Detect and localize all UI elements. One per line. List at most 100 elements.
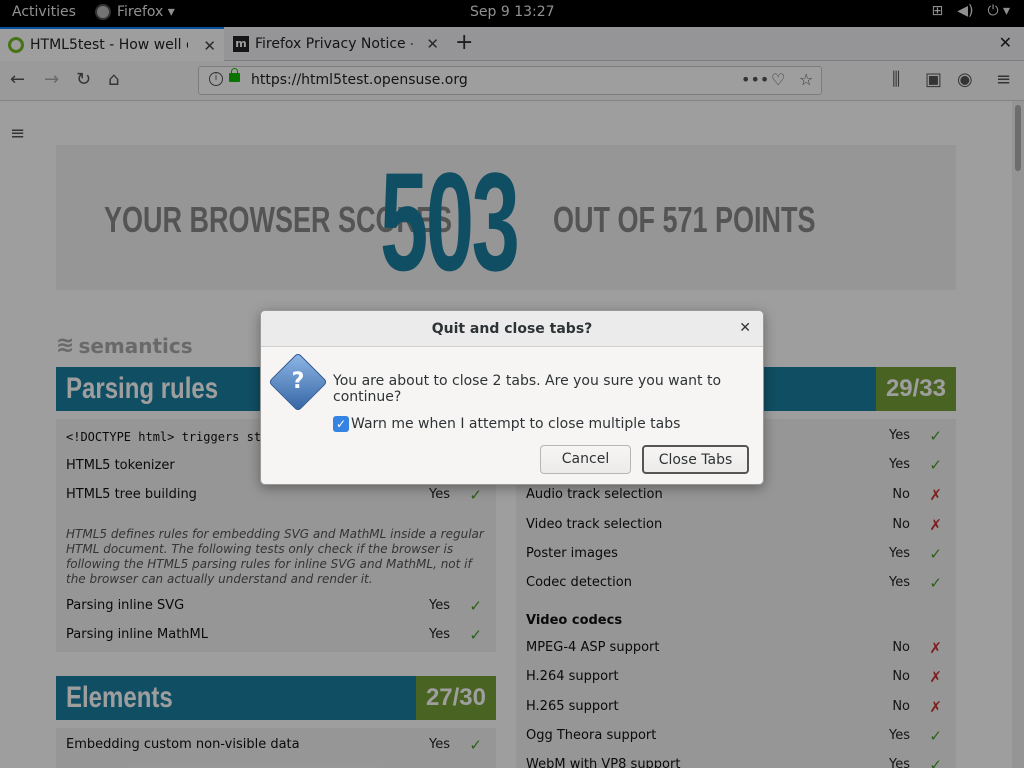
- row-value: No: [892, 487, 910, 502]
- check-icon: ✓: [929, 755, 942, 768]
- row-value: Yes: [889, 457, 910, 472]
- list-item: H.265 support No ✗: [526, 692, 946, 721]
- home-icon[interactable]: ⌂: [108, 69, 119, 90]
- row-label: HTML5 tokenizer: [66, 458, 175, 473]
- menu-icon[interactable]: ≡: [996, 69, 1011, 90]
- volume-icon: ◀): [957, 3, 974, 19]
- dialog-title: Quit and close tabs?: [261, 311, 763, 347]
- close-tab-icon[interactable]: ✕: [426, 35, 439, 53]
- parsing-rules-title: Parsing rules: [66, 372, 219, 405]
- url-text[interactable]: https://html5test.opensuse.org: [251, 72, 468, 88]
- activities-button[interactable]: Activities: [12, 4, 76, 20]
- row-label: H.265 support: [526, 699, 619, 714]
- sidebar-icon[interactable]: ▣: [925, 69, 942, 90]
- row-label: WebM with VP8 support: [526, 757, 681, 768]
- row-label: Video track selection: [526, 517, 663, 532]
- new-tab-icon[interactable]: +: [455, 30, 473, 55]
- row-label: Parsing inline SVG: [66, 598, 185, 613]
- elements-title: Elements: [66, 681, 173, 714]
- scrollbar-thumb[interactable]: [1015, 105, 1021, 171]
- page-actions-icon[interactable]: •••: [741, 70, 769, 89]
- tab-title: HTML5test - How well d: [30, 37, 188, 53]
- list-item: Ogg Theora support Yes ✓: [526, 721, 946, 750]
- list-item: H.264 support No ✗: [526, 662, 946, 691]
- cross-icon: ✗: [929, 697, 942, 716]
- row-value: Yes: [429, 487, 450, 502]
- row-value: No: [892, 669, 910, 684]
- video-codecs-heading: Video codecs: [526, 606, 946, 635]
- list-item: MPEG-4 ASP support No ✗: [526, 633, 946, 662]
- dialog-message: You are about to close 2 tabs. Are you s…: [333, 373, 722, 405]
- row-value: Yes: [429, 627, 450, 642]
- row-label: <!DOCTYPE html> triggers standa: [66, 429, 290, 444]
- gnome-top-bar: Activities Firefox ▾ Sep 9 13:27 ⊞ ◀) ⏻ …: [0, 0, 1024, 27]
- row-label: HTML5 tree building: [66, 487, 197, 502]
- power-icon: ⏻ ▾: [987, 3, 1010, 19]
- list-item: Poster images Yes ✓: [526, 539, 946, 568]
- check-icon: ✓: [929, 726, 942, 745]
- close-tabs-button[interactable]: Close Tabs: [642, 445, 749, 474]
- list-item: Parsing inline SVG Yes ✓: [66, 591, 486, 620]
- check-icon: ✓: [929, 544, 942, 563]
- score-suffix: OUT OF 571 POINTS: [553, 199, 816, 240]
- row-value: Yes: [889, 757, 910, 768]
- clock[interactable]: Sep 9 13:27: [470, 4, 555, 20]
- row-label: Poster images: [526, 546, 618, 561]
- cross-icon: ✗: [929, 485, 942, 504]
- list-item: Embedding custom non-visible data Yes ✓: [66, 730, 486, 759]
- firefox-icon: [95, 4, 111, 20]
- row-label: Parsing inline MathML: [66, 627, 208, 642]
- scrollbar[interactable]: [1012, 101, 1024, 768]
- row-label: Codec detection: [526, 575, 632, 590]
- row-value: No: [892, 640, 910, 655]
- site-menu-icon[interactable]: ≡: [10, 123, 25, 144]
- warn-checkbox[interactable]: ✓: [333, 416, 349, 432]
- parsing-note: HTML5 defines rules for embedding SVG an…: [66, 527, 484, 586]
- row-label: H.264 support: [526, 669, 619, 684]
- tab-privacy-notice[interactable]: m Firefox Privacy Notice — ✕: [225, 27, 447, 61]
- elements-header: Elements 27/30: [56, 676, 496, 720]
- opensuse-favicon-icon: [8, 37, 24, 53]
- row-value: Yes: [429, 598, 450, 613]
- back-icon[interactable]: ←: [10, 69, 25, 90]
- warn-checkbox-label[interactable]: Warn me when I attempt to close multiple…: [351, 416, 680, 432]
- forward-icon[interactable]: →: [44, 69, 59, 90]
- row-value: Yes: [889, 546, 910, 561]
- layers-icon: ≋: [56, 333, 75, 358]
- navigation-bar: ← → ↻ ⌂ i https://html5test.opensuse.org…: [0, 61, 1024, 101]
- row-label: MPEG-4 ASP support: [526, 640, 660, 655]
- library-icon[interactable]: ⫼: [892, 69, 900, 90]
- check-icon: ✓: [929, 455, 942, 474]
- check-icon: ✓: [929, 426, 942, 445]
- reload-icon[interactable]: ↻: [76, 69, 91, 90]
- system-tray[interactable]: ⊞ ◀) ⏻ ▾: [931, 3, 1010, 19]
- row-value: Yes: [889, 728, 910, 743]
- elements-score: 27/30: [415, 676, 496, 720]
- close-window-icon[interactable]: ✕: [999, 33, 1012, 52]
- tab-bar: HTML5test - How well d ✕ m Firefox Priva…: [0, 27, 1024, 61]
- row-value: Yes: [889, 428, 910, 443]
- dialog-close-icon[interactable]: ✕: [739, 320, 751, 336]
- row-label: Embedding custom non-visible data: [66, 737, 300, 752]
- check-icon: ✓: [929, 573, 942, 592]
- cancel-button[interactable]: Cancel: [540, 445, 631, 474]
- check-icon: ✓: [469, 735, 482, 754]
- check-icon: ✓: [469, 596, 482, 615]
- close-tab-icon[interactable]: ✕: [203, 37, 216, 55]
- app-menu[interactable]: Firefox ▾: [95, 4, 175, 20]
- heading-label: Video codecs: [526, 613, 623, 628]
- row-value: Yes: [429, 737, 450, 752]
- url-bar[interactable]: i https://html5test.opensuse.org ••• ♡ ☆: [198, 66, 822, 95]
- bookmark-star-icon[interactable]: ☆: [799, 70, 813, 89]
- tab-title: Firefox Privacy Notice —: [255, 36, 413, 52]
- section-heading: ≋ semantics: [56, 333, 193, 358]
- check-icon: ✓: [469, 625, 482, 644]
- check-icon: ✓: [469, 485, 482, 504]
- row-value: No: [892, 699, 910, 714]
- tab-html5test[interactable]: HTML5test - How well d ✕: [0, 27, 224, 61]
- pocket-icon[interactable]: ♡: [771, 70, 785, 89]
- info-icon[interactable]: i: [209, 72, 223, 86]
- list-item: WebM with VP8 support Yes ✓: [526, 750, 946, 768]
- app-menu-label: Firefox ▾: [117, 4, 175, 20]
- account-icon[interactable]: ◉: [957, 69, 973, 90]
